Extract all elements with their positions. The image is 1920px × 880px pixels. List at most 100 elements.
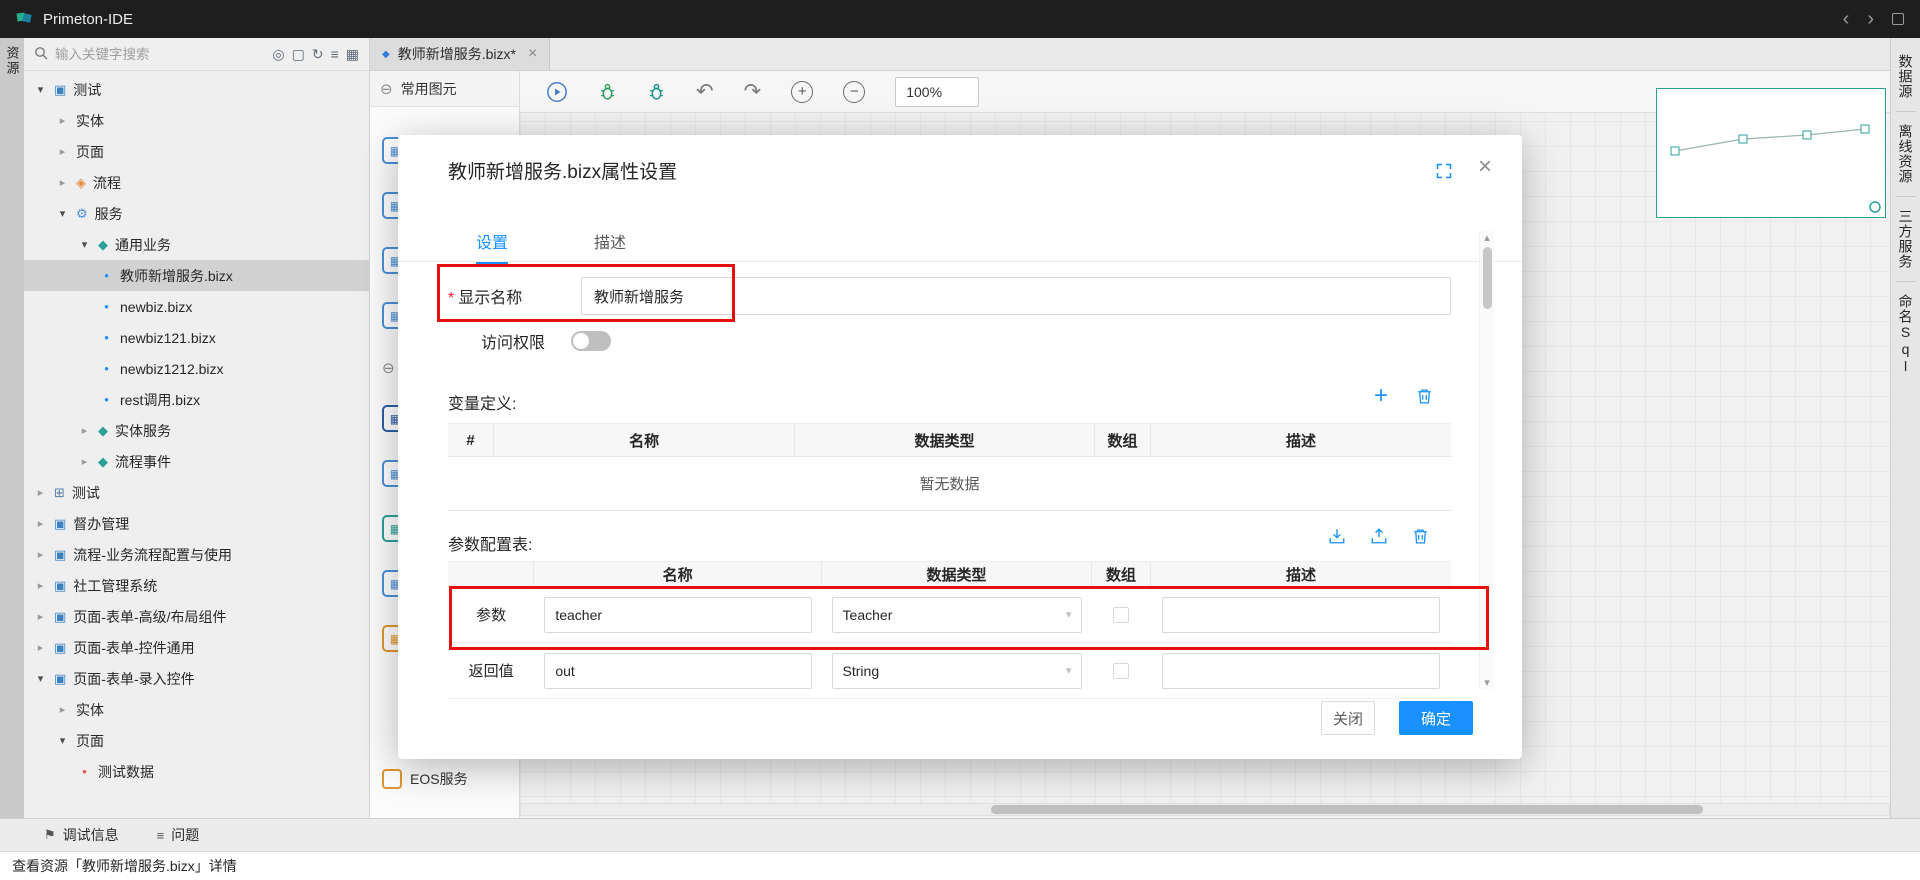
undo-icon[interactable]: ↶	[696, 79, 714, 104]
chevron-down-icon[interactable]: ▾	[78, 238, 91, 251]
right-rail-tab-1[interactable]: 数据源	[1896, 42, 1916, 112]
fullscreen-icon[interactable]	[1436, 163, 1452, 179]
tree-item[interactable]: ▾▣测试	[24, 74, 369, 105]
tree-item[interactable]: ▸◆流程事件	[24, 446, 369, 477]
tree-item[interactable]: ▾▣页面-表单-录入控件	[24, 663, 369, 694]
horizontal-scrollbar-thumb[interactable]	[991, 805, 1703, 814]
tree-item[interactable]: ●newbiz.bizx	[24, 291, 369, 322]
close-tab-icon[interactable]: ×	[528, 45, 537, 63]
tree-item[interactable]: ▸▣督办管理	[24, 508, 369, 539]
tree-item[interactable]: ▾页面	[24, 725, 369, 756]
collapse-all-icon[interactable]: ▢	[292, 47, 305, 61]
zoom-level-select[interactable]: 100%	[895, 77, 979, 107]
chevron-right-icon[interactable]: ▸	[56, 703, 69, 716]
tab-problems[interactable]: ≡ 问题	[157, 825, 200, 845]
chevron-right-icon[interactable]: ▸	[56, 176, 69, 189]
tree-item[interactable]: ●newbiz121.bizx	[24, 322, 369, 353]
right-rail-tab-2[interactable]: 离线资源	[1896, 112, 1916, 197]
refresh-icon[interactable]: ↻	[312, 47, 324, 61]
run-icon[interactable]	[546, 81, 568, 103]
param-array-checkbox[interactable]	[1113, 663, 1129, 679]
chevron-right-icon[interactable]: ▸	[56, 114, 69, 127]
tab-description[interactable]: 描述	[594, 229, 626, 264]
tree-item[interactable]: ▸▣页面-表单-高级/布局组件	[24, 601, 369, 632]
debug-icon[interactable]	[647, 82, 666, 101]
tree-item[interactable]: ▸ 页面	[24, 136, 369, 167]
export-params-icon[interactable]	[1370, 527, 1388, 545]
tree-item[interactable]: ●教师新增服务.bizx	[24, 260, 369, 291]
param-desc-input[interactable]	[1162, 653, 1441, 689]
close-button[interactable]: 关闭	[1321, 701, 1375, 735]
tree-item-label: 页面	[76, 142, 104, 162]
dialog-scrollbar[interactable]: ▴ ▾	[1479, 231, 1494, 689]
tree-item[interactable]: ●newbiz1212.bizx	[24, 353, 369, 384]
collapse-section-icon[interactable]: ⊖	[380, 80, 393, 98]
palette-footer-item[interactable]: EOS服务	[382, 769, 468, 789]
tree-item-label: 服务	[95, 204, 123, 224]
chevron-down-icon[interactable]: ▾	[56, 207, 69, 220]
delete-variable-icon[interactable]	[1416, 387, 1433, 405]
display-name-input[interactable]	[581, 277, 1451, 315]
nav-back-icon[interactable]: ‹	[1843, 9, 1850, 29]
import-params-icon[interactable]	[1328, 527, 1346, 545]
chevron-right-icon[interactable]: ▸	[34, 548, 47, 561]
minimap[interactable]	[1656, 88, 1886, 218]
param-array-checkbox[interactable]	[1113, 607, 1129, 623]
chevron-right-icon[interactable]: ▸	[78, 424, 91, 437]
tree-item[interactable]: ▾◆通用业务	[24, 229, 369, 260]
tree-item[interactable]: ▸⊞测试	[24, 477, 369, 508]
chevron-right-icon[interactable]: ▸	[34, 610, 47, 623]
window-restore-icon[interactable]	[1892, 13, 1904, 25]
tree-item[interactable]: ▸▣流程-业务流程配置与使用	[24, 539, 369, 570]
chevron-right-icon[interactable]: ▸	[78, 455, 91, 468]
delete-param-icon[interactable]	[1412, 527, 1429, 545]
scroll-down-icon[interactable]: ▾	[1480, 676, 1494, 689]
chevron-right-icon[interactable]: ▸	[56, 145, 69, 158]
right-rail-tab-3[interactable]: 三方服务	[1896, 197, 1916, 282]
chevron-down-icon[interactable]: ▾	[56, 734, 69, 747]
grid-view-icon[interactable]: ▦	[346, 47, 359, 61]
param-name-input[interactable]	[544, 653, 812, 689]
tree-item[interactable]: ●测试数据	[24, 756, 369, 787]
tree-item[interactable]: ▾⚙服务	[24, 198, 369, 229]
bullet-icon: ●	[100, 364, 113, 373]
add-variable-icon[interactable]: +	[1374, 387, 1388, 405]
sort-list-icon[interactable]: ≡	[331, 47, 339, 61]
chevron-right-icon[interactable]: ▸	[34, 486, 47, 499]
param-type-select[interactable]: String▾	[832, 653, 1083, 689]
tree-item[interactable]: ▸◆实体服务	[24, 415, 369, 446]
nav-forward-icon[interactable]: ›	[1867, 9, 1874, 29]
chevron-right-icon[interactable]: ▸	[34, 517, 47, 530]
tree-item[interactable]: ▸◈流程	[24, 167, 369, 198]
tree-item[interactable]: ▸实体	[24, 105, 369, 136]
scroll-up-icon[interactable]: ▴	[1480, 231, 1494, 244]
locate-icon[interactable]: ◎	[272, 47, 284, 61]
tab-settings[interactable]: 设置	[476, 229, 508, 264]
chevron-right-icon[interactable]: ▸	[34, 641, 47, 654]
tree-item[interactable]: ●rest调用.bizx	[24, 384, 369, 415]
scrollbar-thumb[interactable]	[1483, 247, 1492, 309]
search-input[interactable]	[55, 47, 265, 62]
param-name-input[interactable]	[544, 597, 812, 633]
tab-debug-info[interactable]: ⚑ 调试信息	[44, 825, 119, 845]
confirm-button[interactable]: 确定	[1399, 701, 1473, 735]
tree-item[interactable]: ▸▣社工管理系统	[24, 570, 369, 601]
tree-item[interactable]: ▸▣页面-表单-控件通用	[24, 632, 369, 663]
chevron-down-icon[interactable]: ▾	[34, 83, 47, 96]
chevron-right-icon[interactable]: ▸	[34, 579, 47, 592]
test-icon[interactable]	[598, 82, 617, 101]
tree-item[interactable]: ▸实体	[24, 694, 369, 725]
left-rail-tab-resources[interactable]: 资源	[3, 46, 22, 76]
zoom-in-icon[interactable]: +	[791, 81, 813, 103]
close-icon[interactable]: ×	[1478, 153, 1492, 181]
horizontal-scrollbar[interactable]	[520, 803, 1890, 816]
right-rail-tab-4[interactable]: 命名Sql	[1896, 282, 1916, 387]
param-desc-input[interactable]	[1162, 597, 1441, 633]
chevron-down-icon[interactable]: ▾	[34, 672, 47, 685]
project-icon: ▣	[54, 516, 66, 532]
editor-tab[interactable]: ◆ 教师新增服务.bizx* ×	[370, 38, 550, 70]
redo-icon[interactable]: ↷	[744, 79, 762, 104]
access-toggle[interactable]	[571, 331, 611, 351]
param-type-select[interactable]: Teacher▾	[832, 597, 1083, 633]
zoom-out-icon[interactable]: −	[843, 81, 865, 103]
